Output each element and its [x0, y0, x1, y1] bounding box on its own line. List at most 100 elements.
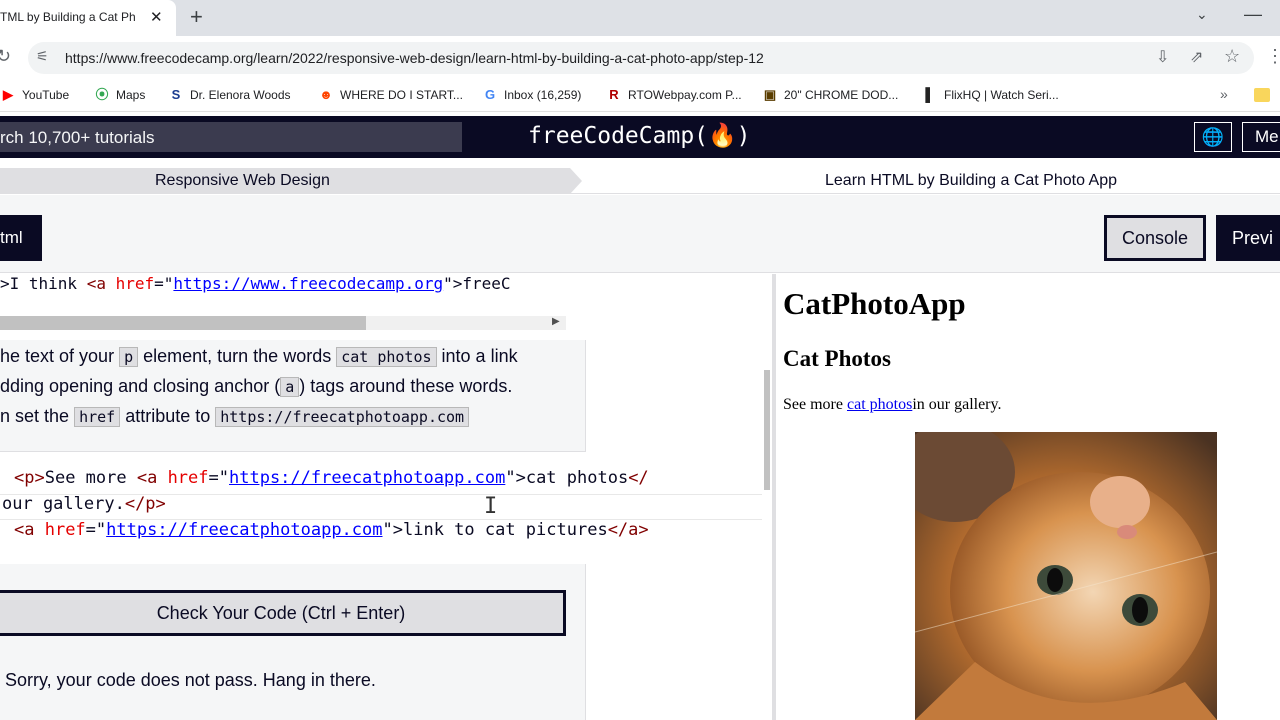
preview-text: in our gallery. [912, 396, 1002, 413]
fcc-logo[interactable]: freeCodeCamp(🔥) [528, 122, 751, 149]
bookmark-label: Dr. Elenora Woods [190, 88, 291, 102]
s-icon: S [171, 87, 181, 102]
check-code-button[interactable]: Check Your Code (Ctrl + Enter) [0, 590, 566, 636]
preview-paragraph: See more cat photosin our gallery. [783, 396, 1001, 414]
scroll-right-arrow-icon[interactable]: ▶ [552, 316, 560, 327]
url-text[interactable]: https://www.freecodecamp.org/learn/2022/… [65, 50, 764, 66]
instruction-text: ) tags around these words. [299, 376, 513, 396]
reload-icon[interactable]: ↻ [0, 46, 11, 67]
code-url: https://freecatphotoapp.com [229, 468, 506, 488]
bookmark-item[interactable]: S Dr. Elenora Woods [168, 87, 291, 103]
instruction-line: he text of your p element, turn the word… [0, 346, 518, 367]
breadcrumb-superblock-label: Responsive Web Design [155, 172, 330, 189]
step-instructions: he text of your p element, turn the word… [0, 340, 586, 452]
code-chip: cat photos [336, 347, 437, 367]
bookmarks-bar: ▶ YouTube ⦿ Maps S Dr. Elenora Woods ☻ WHERE DO… [0, 80, 1280, 112]
code-eq: =" [208, 468, 229, 488]
bookmark-item[interactable]: ☻ WHERE DO I START... [318, 87, 463, 103]
bookmark-item[interactable]: R RTOWebpay.com P... [606, 87, 742, 103]
browser-tab-bar: TML by Building a Cat Ph ✕ + ⌄ — [0, 0, 1280, 36]
editor-vertical-scrollbar[interactable] [762, 274, 770, 720]
site-info-icon[interactable]: ⚟ [36, 48, 49, 65]
fail-message: Sorry, your code does not pass. Hang in … [5, 670, 376, 690]
code-text: ">freeC [443, 274, 511, 293]
bookmark-item[interactable]: ▣ 20" CHROME DOD... [762, 87, 898, 103]
breadcrumb-superblock[interactable]: Responsive Web Design [0, 168, 570, 194]
install-app-icon[interactable]: ⇩ [1156, 47, 1169, 67]
instruction-text: element, turn the words [138, 346, 337, 366]
code-text: >I think [0, 274, 87, 293]
browser-menu-icon[interactable]: ⋮ [1266, 46, 1280, 67]
instruction-line: dding opening and closing anchor (a) tag… [0, 376, 512, 397]
instruction-line: n set the href attribute to https://free… [0, 406, 470, 427]
bookmark-item[interactable]: ▶ YouTube [0, 87, 69, 103]
code-line-1[interactable]: <p>See more <a href="https://freecatphot… [14, 468, 649, 494]
bookmark-label: RTOWebpay.com P... [628, 88, 742, 102]
r-icon: R [609, 87, 619, 102]
code-attr: href [167, 468, 209, 488]
close-tab-icon[interactable]: ✕ [150, 8, 163, 26]
preview-button[interactable]: Previ [1216, 215, 1280, 261]
shop-icon: ▣ [763, 87, 777, 102]
fcc-navbar: rch 10,700+ tutorials freeCodeCamp(🔥) 🌐 … [0, 116, 1280, 158]
code-tag: <a [86, 274, 116, 293]
bookmark-label: YouTube [22, 88, 70, 102]
new-tab-icon[interactable]: + [190, 4, 203, 30]
bookmark-label: FlixHQ | Watch Seri... [944, 88, 1059, 102]
bookmark-label: Maps [116, 88, 146, 102]
instruction-text: n set the [0, 406, 75, 426]
preview-heading: CatPhotoApp [783, 286, 966, 321]
code-text: our gallery. [2, 494, 125, 514]
bookmark-label: Inbox (16,259) [504, 88, 582, 102]
code-chip: a [280, 377, 300, 397]
flix-icon: ▌ [925, 87, 935, 102]
bookmark-star-icon[interactable]: ☆ [1224, 46, 1240, 67]
code-line-2[interactable]: our gallery.</p> [2, 494, 166, 520]
instruction-text: dding opening and closing anchor ( [0, 376, 281, 396]
code-line-3[interactable]: <a href="https://freecatphotoapp.com">li… [14, 520, 649, 546]
code-attr: href [44, 520, 86, 540]
minimize-icon[interactable]: — [1244, 4, 1262, 25]
fcc-search-input[interactable]: rch 10,700+ tutorials [0, 122, 462, 152]
console-button[interactable]: Console [1104, 215, 1206, 261]
code-chip: href [74, 407, 121, 427]
code-attr: href [115, 274, 155, 293]
folder-icon[interactable] [1254, 88, 1270, 102]
code-text: See more [44, 468, 137, 488]
cat-photo-image[interactable] [915, 432, 1217, 720]
preview-cat-photos-link[interactable]: cat photos [847, 396, 912, 413]
code-eq: =" [85, 520, 107, 540]
horizontal-scroll-thumb[interactable] [0, 316, 366, 330]
breadcrumb: Responsive Web Design Learn HTML by Buil… [0, 168, 1280, 194]
share-icon[interactable]: ⇗ [1190, 47, 1203, 67]
test-panel: Check Your Code (Ctrl + Enter) Sorry, yo… [0, 564, 586, 720]
reddit-icon: ☻ [319, 87, 333, 102]
code-eq: "> [382, 520, 403, 540]
code-tag: </p> [124, 494, 166, 514]
instruction-text: attribute to [120, 406, 216, 426]
editor-vertical-scroll-thumb[interactable] [764, 370, 770, 490]
fcc-menu-button[interactable]: Me [1242, 122, 1280, 152]
editable-region[interactable]: <p>See more <a href="https://freecatphot… [0, 468, 770, 546]
code-line-top[interactable]: >I think <a href="https://www.freecodeca… [0, 274, 570, 298]
tab-search-icon[interactable]: ⌄ [1196, 6, 1208, 23]
language-globe-icon[interactable]: 🌐 [1194, 122, 1232, 152]
bookmark-item[interactable]: G Inbox (16,259) [482, 87, 581, 103]
omnibox[interactable]: ⚟ https://www.freecodecamp.org/learn/202… [28, 42, 1254, 74]
more-bookmarks-icon[interactable]: » [1220, 86, 1228, 102]
bookmark-item[interactable]: ⦿ Maps [94, 87, 145, 103]
text-cursor-icon: I [484, 494, 498, 519]
tab-title: TML by Building a Cat Ph [0, 10, 136, 24]
address-bar-row: ↻ ⚟ https://www.freecodecamp.org/learn/2… [0, 36, 1280, 80]
bookmark-item[interactable]: ▌ FlixHQ | Watch Seri... [922, 87, 1059, 103]
editor-pane[interactable]: >I think <a href="https://www.freecodeca… [0, 274, 772, 720]
instruction-text: into a link [436, 346, 518, 366]
file-tab-index-html[interactable]: tml [0, 215, 42, 261]
maps-icon: ⦿ [95, 87, 109, 102]
browser-tab[interactable]: TML by Building a Cat Ph ✕ [0, 0, 176, 36]
breadcrumb-block-label[interactable]: Learn HTML by Building a Cat Photo App [825, 172, 1117, 190]
editor-toolbar: tml Console Previ [0, 195, 1280, 273]
instruction-text: he text of your [0, 346, 120, 366]
code-eq: "> [505, 468, 526, 488]
preview-pane: CatPhotoApp Cat Photos See more cat phot… [776, 274, 1280, 720]
